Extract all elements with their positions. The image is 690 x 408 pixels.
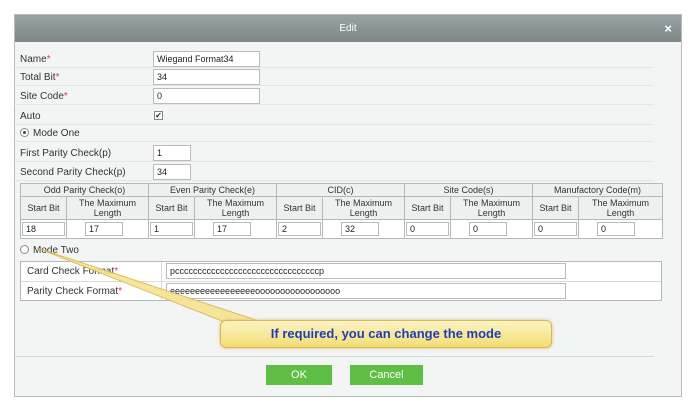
site-start-header: Start Bit: [404, 196, 451, 220]
group-header-even: Even Parity Check(e): [148, 183, 277, 197]
manufactory-start-header: Start Bit: [532, 196, 579, 220]
auto-row: Auto ✔: [14, 108, 654, 125]
odd-start-cell: 18: [20, 219, 67, 239]
group-header-odd: Odd Parity Check(o): [20, 183, 149, 197]
mode-two-label: Mode Two: [33, 245, 79, 256]
site-length-input[interactable]: 0: [469, 222, 507, 236]
close-icon[interactable]: ×: [664, 21, 672, 36]
card-check-format-row: Card Check Format* pcccccccccccccccccccc…: [21, 262, 661, 281]
site-code-row: Site Code* 0: [14, 88, 654, 105]
parity-check-format-row: Parity Check Format* eeeeeeeeeeeeeeeeeoo…: [21, 281, 661, 301]
mode-two-row: Mode Two: [14, 242, 654, 258]
callout-box: If required, you can change the mode: [220, 320, 552, 348]
mode-one-radio[interactable]: [20, 128, 29, 137]
parity-check-format-label: Parity Check Format*: [27, 286, 123, 297]
second-parity-row: Second Parity Check(p) 34: [14, 164, 654, 181]
site-code-input[interactable]: 0: [153, 88, 260, 104]
mode-two-radio[interactable]: [20, 245, 29, 254]
footer-divider: [14, 356, 654, 357]
name-label: Name*: [20, 54, 51, 65]
odd-start-input[interactable]: 18: [22, 222, 65, 236]
cid-start-header: Start Bit: [276, 196, 323, 220]
name-row: Name* Wiegand Format34: [14, 51, 654, 68]
cid-length-cell: 32: [322, 219, 405, 239]
site-start-input[interactable]: 0: [406, 222, 449, 236]
parity-check-format-input[interactable]: eeeeeeeeeeeeeeeeeooooooooooooooooo: [166, 283, 566, 299]
parity-table: Odd Parity Check(o) Even Parity Check(e)…: [20, 183, 663, 239]
auto-checkbox[interactable]: ✔: [154, 111, 163, 120]
group-header-manufactory: Manufactory Code(m): [532, 183, 663, 197]
even-start-cell: 1: [148, 219, 195, 239]
site-length-header: The Maximum Length: [450, 196, 533, 220]
card-check-format-input[interactable]: pccccccccccccccccccccccccccccccccp: [166, 263, 566, 279]
cid-start-input[interactable]: 2: [278, 222, 321, 236]
cid-length-header: The Maximum Length: [322, 196, 405, 220]
second-parity-label: Second Parity Check(p): [20, 167, 126, 178]
odd-length-cell: 17: [66, 219, 149, 239]
manufactory-length-cell: 0: [578, 219, 663, 239]
first-parity-row: First Parity Check(p) 1: [14, 145, 654, 162]
odd-start-header: Start Bit: [20, 196, 67, 220]
even-start-input[interactable]: 1: [150, 222, 193, 236]
mode-two-section: Card Check Format* pcccccccccccccccccccc…: [20, 261, 662, 301]
manufactory-start-cell: 0: [532, 219, 579, 239]
second-parity-input[interactable]: 34: [153, 164, 191, 180]
manufactory-start-input[interactable]: 0: [534, 222, 577, 236]
ok-button[interactable]: OK: [266, 365, 332, 385]
total-bit-input[interactable]: 34: [153, 69, 260, 85]
site-start-cell: 0: [404, 219, 451, 239]
even-length-cell: 17: [194, 219, 277, 239]
odd-length-input[interactable]: 17: [85, 222, 123, 236]
even-length-input[interactable]: 17: [213, 222, 251, 236]
odd-length-header: The Maximum Length: [66, 196, 149, 220]
site-code-label: Site Code*: [20, 91, 68, 102]
total-bit-label: Total Bit*: [20, 72, 60, 83]
cid-start-cell: 2: [276, 219, 323, 239]
group-header-cid: CID(c): [276, 183, 405, 197]
even-length-header: The Maximum Length: [194, 196, 277, 220]
cid-length-input[interactable]: 32: [341, 222, 379, 236]
first-parity-input[interactable]: 1: [153, 145, 191, 161]
mode-one-row: Mode One: [14, 125, 654, 142]
group-header-site-code: Site Code(s): [404, 183, 533, 197]
dialog-titlebar[interactable]: Edit ×: [15, 15, 681, 42]
total-bit-row: Total Bit* 34: [14, 69, 654, 86]
manufactory-length-input[interactable]: 0: [597, 222, 635, 236]
cancel-button[interactable]: Cancel: [350, 365, 423, 385]
first-parity-label: First Parity Check(p): [20, 148, 112, 159]
site-length-cell: 0: [450, 219, 533, 239]
even-start-header: Start Bit: [148, 196, 195, 220]
auto-label: Auto: [20, 111, 41, 122]
name-input[interactable]: Wiegand Format34: [153, 51, 260, 67]
manufactory-length-header: The Maximum Length: [578, 196, 663, 220]
mode-one-label: Mode One: [33, 128, 80, 139]
dialog-title: Edit: [339, 23, 357, 34]
card-check-format-label: Card Check Format*: [27, 266, 119, 277]
